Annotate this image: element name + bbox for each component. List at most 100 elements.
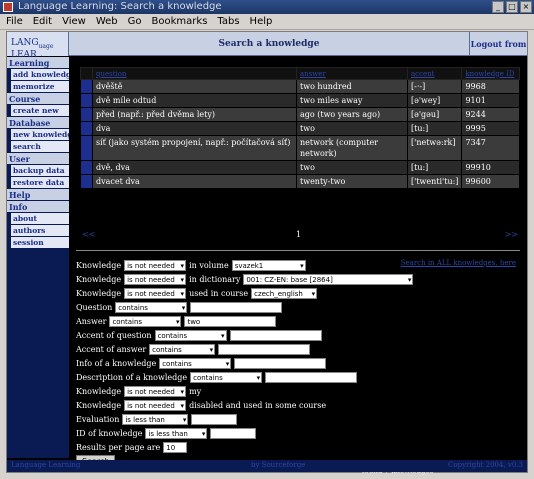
footer-center[interactable]: by Sourceforge [251,461,305,469]
sidebar-section-help[interactable]: Help [7,189,69,201]
window-titlebar: Language Learning: Search a knowledge _ … [0,0,534,14]
footer-right[interactable]: Copyright 2004, v0.3 [448,461,523,469]
answer-mode-select[interactable]: contains [109,316,182,327]
results-table: question answer accent knowledge ID dvěš… [80,67,520,189]
description-mode-select[interactable]: contains [190,372,263,383]
row-select-checkbox[interactable] [80,135,93,161]
row-select-checkbox[interactable] [80,79,93,94]
menu-file[interactable]: File [6,16,23,27]
answer-input[interactable]: two [184,316,277,327]
menu-view[interactable]: View [62,16,86,27]
menu-bookmarks[interactable]: Bookmarks [152,16,208,27]
row-select-checkbox[interactable] [80,121,93,136]
table-row[interactable]: dvě, dva two [tu:] 99910 [80,160,520,175]
perpage-input[interactable]: 10 [163,442,188,453]
sidebar-link-backup-data[interactable]: backup data [11,165,69,177]
prev-page-link[interactable]: << [82,230,95,239]
col-answer[interactable]: answer [296,67,408,80]
main-panel: question answer accent knowledge ID dvěš… [70,57,527,475]
evaluation-row: Evaluation is less than [76,413,238,426]
sidebar-link-create-new[interactable]: create new [11,105,69,117]
description-input[interactable] [265,372,358,383]
dictionary-mode-select[interactable]: is not needed [124,274,187,285]
menu-help[interactable]: Help [250,16,273,27]
menu-go[interactable]: Go [128,16,142,27]
menu-web[interactable]: Web [96,16,118,27]
menu-tabs[interactable]: Tabs [217,16,239,27]
sidebar-link-memorize[interactable]: memorize [11,81,69,93]
volume-mode-select[interactable]: is not needed [124,260,187,271]
sidebar-link-about[interactable]: about [11,213,69,225]
footer-left[interactable]: Language Learning [11,461,80,469]
sidebar-link-session[interactable]: session [11,237,69,249]
info-mode-select[interactable]: contains [159,358,232,369]
question-mode-select[interactable]: contains [115,302,188,313]
id-mode-select[interactable]: is less than [145,428,208,439]
evaluation-label: Evaluation [76,415,120,424]
app-logo[interactable]: LANGuage LEARning [7,32,69,62]
disabled-mode-select[interactable]: is not needed [124,400,187,411]
my-row: Knowledge is not needed my [76,385,201,398]
accent-answer-input[interactable] [218,344,311,355]
course-label: Knowledge [76,289,122,298]
id-input[interactable] [210,428,257,439]
search-all-link[interactable]: Search in ALL knowledges, here [401,259,516,267]
cell-answer: two [296,160,408,175]
table-row[interactable]: dva two [tu:] 9995 [80,121,520,136]
sidebar-section-info[interactable]: Info [7,201,69,213]
table-row[interactable]: síť (jako systém propojení, např.: počít… [80,135,520,161]
sidebar-link-add-knowledges[interactable]: add knowledges [11,69,69,81]
cell-answer: two miles away [296,93,408,108]
cell-question: dvěště [92,79,297,94]
maximize-icon[interactable]: □ [506,1,518,13]
row-select-checkbox[interactable] [80,160,93,175]
cell-knowledge-id: 9968 [461,79,520,94]
close-icon[interactable]: × [520,1,532,13]
sidebar-link-search[interactable]: search [11,141,69,153]
next-page-link[interactable]: >> [505,230,518,239]
minimize-icon[interactable]: _ [492,1,504,13]
dictionary-row: Knowledge is not needed in dictionary 00… [76,273,414,286]
cell-question: síť (jako systém propojení, např.: počít… [92,135,297,161]
course-select[interactable]: czech_english [251,288,318,299]
dictionary-select[interactable]: 001: CZ-EN: base [2864] [243,274,414,285]
col-accent[interactable]: accent [406,67,463,80]
info-row: Info of a knowledge contains [76,357,327,370]
cell-knowledge-id: 9101 [461,93,520,108]
table-row[interactable]: dvěště two hundred [-·-] 9968 [80,79,520,94]
accent-question-input[interactable] [229,330,322,341]
id-label: ID of knowledge [76,429,143,438]
question-input[interactable] [190,302,283,313]
logout-link[interactable]: Logout from test [469,32,527,73]
logo-lang: LANG [11,38,39,48]
accent-question-mode-select[interactable]: contains [154,330,227,341]
course-mode-select[interactable]: is not needed [124,288,187,299]
table-row[interactable]: dvě míle odtud two miles away [ə'wey] 9101 [80,93,520,108]
row-select-checkbox[interactable] [80,107,93,122]
sidebar-link-new-knowledges[interactable]: new knowledges [11,129,69,141]
sidebar-section-learning[interactable]: Learning [7,57,69,69]
accent-answer-mode-select[interactable]: contains [149,344,216,355]
sidebar-section-database[interactable]: Database [7,117,69,129]
info-input[interactable] [234,358,327,369]
cell-accent: [-·-] [406,79,463,94]
cell-answer: two [296,121,408,136]
sidebar-link-restore-data[interactable]: restore data [11,177,69,189]
menu-edit[interactable]: Edit [33,16,52,27]
my-mode-select[interactable]: is not needed [124,386,187,397]
table-row[interactable]: před (např.: před dvěma lety) ago (two ye… [80,107,520,122]
volume-select[interactable]: svazek1 [231,260,306,271]
table-row[interactable]: dvacet dva twenty-two ['twenti'tu:] 99600 [80,174,520,189]
cell-accent: ['netwə:rk] [406,135,463,161]
page-title: Search a knowledge [218,39,320,49]
col-question[interactable]: question [92,67,297,80]
sidebar-section-course[interactable]: Course [7,93,69,105]
col-knowledge-id[interactable]: knowledge ID [461,67,520,80]
sidebar-section-user[interactable]: User [7,153,69,165]
evaluation-input[interactable] [191,414,238,425]
accent-answer-label: Accent of answer [76,345,147,354]
row-select-checkbox[interactable] [80,93,93,108]
evaluation-mode-select[interactable]: is less than [122,414,189,425]
sidebar-link-authors[interactable]: authors [11,225,69,237]
row-select-checkbox[interactable] [80,174,93,189]
